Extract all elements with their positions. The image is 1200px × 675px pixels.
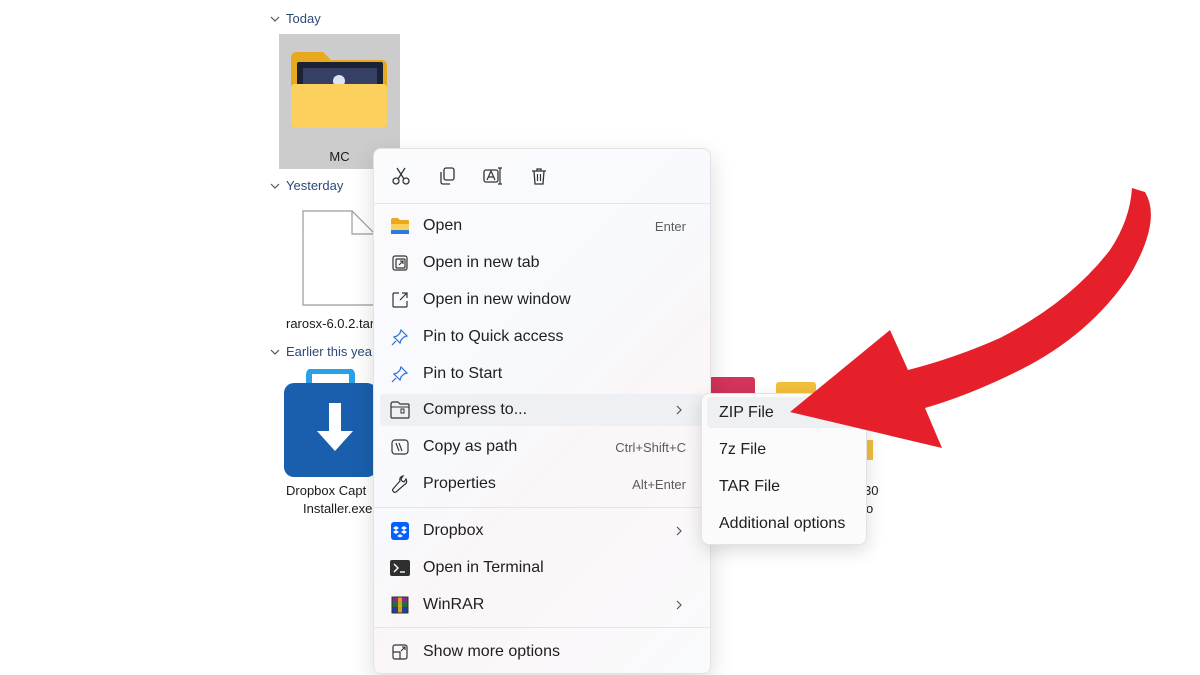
new-tab-icon [390, 253, 410, 273]
cut-icon [392, 167, 410, 185]
menu-item-copy-path[interactable]: Copy as path Ctrl+Shift+C [380, 431, 704, 463]
path-icon [390, 437, 410, 457]
delete-icon [532, 168, 546, 185]
menu-item-compress[interactable]: Compress to... [380, 394, 704, 426]
group-header-earlier[interactable]: Earlier this yea [270, 344, 372, 359]
folder-icon [390, 216, 410, 236]
chevron-right-icon [676, 600, 682, 610]
menu-item-label: Properties [423, 475, 496, 492]
group-label-earlier: Earlier this yea [286, 344, 372, 359]
menu-item-pin-quick-access[interactable]: Pin to Quick access [380, 321, 704, 353]
menu-item-open-new-window[interactable]: Open in new window [380, 284, 704, 316]
group-label-today: Today [286, 11, 321, 26]
group-header-yesterday[interactable]: Yesterday [270, 178, 343, 193]
menu-item-shortcut: Ctrl+Shift+C [615, 439, 686, 455]
file-item-dropbox-installer[interactable] [283, 368, 378, 479]
menu-item-label: Copy as path [423, 438, 518, 455]
submenu-item-label: 7z File [719, 440, 767, 458]
copy-icon [440, 167, 455, 185]
chevron-down-icon [270, 16, 280, 22]
context-toolbar [374, 149, 710, 204]
menu-item-properties[interactable]: Properties Alt+Enter [380, 468, 704, 500]
submenu-item-label: Additional options [719, 514, 846, 532]
more-options-icon [390, 642, 410, 662]
menu-item-label: Pin to Start [423, 365, 503, 382]
menu-item-open-new-tab[interactable]: Open in new tab [380, 247, 704, 279]
rename-button[interactable] [479, 163, 507, 189]
menu-item-open[interactable]: Open Enter [380, 210, 704, 242]
menu-item-shortcut: Alt+Enter [632, 476, 686, 492]
cut-button[interactable] [387, 163, 415, 189]
menu-item-dropbox[interactable]: Dropbox [380, 515, 704, 547]
submenu-item-tar[interactable]: TAR File [707, 471, 861, 502]
folder-icon [291, 52, 387, 128]
winrar-icon [390, 595, 410, 615]
menu-item-label: Open [423, 217, 463, 234]
delete-button[interactable] [525, 163, 553, 189]
wrench-icon [390, 474, 410, 494]
menu-separator [374, 627, 710, 628]
copy-button[interactable] [433, 163, 461, 189]
submenu-item-additional-options[interactable]: Additional options [707, 508, 861, 539]
submenu-item-label: TAR File [719, 477, 781, 495]
menu-item-shortcut: Enter [654, 218, 686, 234]
menu-item-label: Open in new window [423, 291, 571, 308]
rename-icon [483, 167, 502, 185]
chevron-right-icon [676, 526, 682, 536]
terminal-icon [390, 558, 410, 578]
pin-icon [390, 364, 410, 384]
menu-item-label: Pin to Quick access [423, 328, 564, 345]
menu-item-label: Open in new tab [423, 254, 540, 271]
chevron-down-icon [270, 349, 280, 355]
group-header-today[interactable]: Today [270, 11, 321, 26]
menu-item-label: Dropbox [423, 522, 484, 539]
file-label-partial2: o [866, 501, 874, 516]
red-arrow-annotation [790, 188, 1151, 448]
menu-item-show-more-options[interactable]: Show more options [380, 636, 704, 668]
chevron-right-icon [676, 405, 682, 415]
dropbox-icon [390, 521, 410, 541]
context-menu: Open Enter Open in new tab Open in new w… [373, 148, 711, 674]
menu-item-open-terminal[interactable]: Open in Terminal [380, 552, 704, 584]
file-item-rarosx[interactable] [300, 208, 378, 308]
file-label-dropbox-line2: Installer.exe [303, 501, 373, 516]
pin-icon [390, 327, 410, 347]
menu-item-label: WinRAR [423, 596, 485, 613]
zip-folder-icon [390, 400, 410, 420]
file-item-partial-red[interactable] [709, 377, 755, 393]
installer-bag-icon [284, 368, 377, 477]
menu-separator [374, 507, 710, 508]
document-icon [302, 210, 376, 306]
group-label-yesterday: Yesterday [286, 178, 344, 193]
menu-item-label: Compress to... [423, 401, 528, 418]
file-label-rarosx: rarosx-6.0.2.tar [286, 316, 375, 331]
chevron-down-icon [270, 183, 280, 189]
menu-item-label: Show more options [423, 643, 560, 660]
menu-item-pin-start[interactable]: Pin to Start [380, 358, 704, 390]
submenu-item-label: ZIP File [719, 403, 774, 421]
menu-item-label: Open in Terminal [423, 559, 544, 576]
file-label-dropbox-line1: Dropbox Capt [286, 483, 367, 498]
new-window-icon [390, 290, 410, 310]
menu-item-winrar[interactable]: WinRAR [380, 589, 704, 621]
